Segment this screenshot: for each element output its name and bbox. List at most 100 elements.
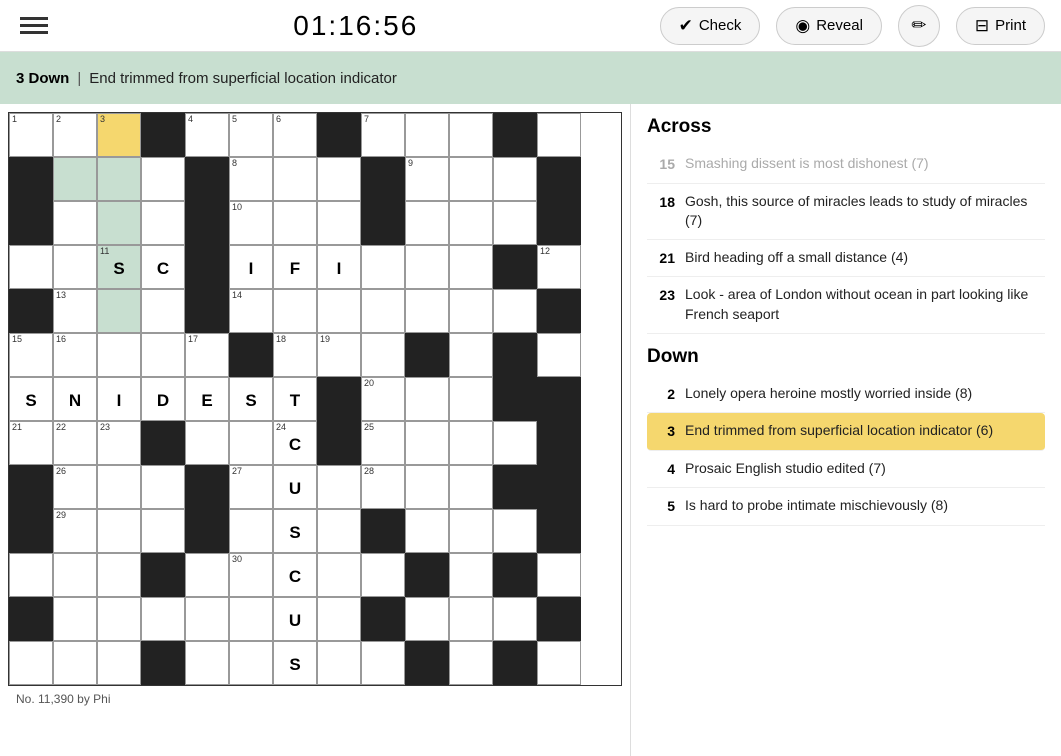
grid-cell[interactable] (9, 553, 53, 597)
grid-cell[interactable]: 21 (9, 421, 53, 465)
grid-cell[interactable]: 19 (317, 333, 361, 377)
grid-cell[interactable] (537, 201, 581, 245)
grid-cell[interactable] (229, 597, 273, 641)
grid-cell[interactable] (537, 377, 581, 421)
grid-cell[interactable]: E (185, 377, 229, 421)
grid-cell[interactable] (141, 201, 185, 245)
clue-across-15[interactable]: 15 Smashing dissent is most dishonest (7… (647, 146, 1045, 184)
grid-cell[interactable] (97, 289, 141, 333)
grid-cell[interactable] (449, 509, 493, 553)
grid-cell[interactable] (185, 421, 229, 465)
grid-cell[interactable] (9, 597, 53, 641)
grid-cell[interactable] (537, 465, 581, 509)
grid-cell[interactable]: 1 (9, 113, 53, 157)
grid-cell[interactable] (361, 157, 405, 201)
grid-cell[interactable]: S (9, 377, 53, 421)
grid-cell[interactable] (9, 245, 53, 289)
grid-cell[interactable] (405, 289, 449, 333)
grid-cell[interactable]: 2 (53, 113, 97, 157)
grid-cell[interactable]: 15 (9, 333, 53, 377)
grid-cell[interactable]: 12 (537, 245, 581, 289)
grid-cell[interactable]: 6 (273, 113, 317, 157)
grid-cell[interactable] (97, 465, 141, 509)
grid-cell[interactable]: 9 (405, 157, 449, 201)
grid-cell[interactable] (493, 245, 537, 289)
grid-cell[interactable] (141, 465, 185, 509)
clue-down-5[interactable]: 5 Is hard to probe intimate mischievousl… (647, 488, 1045, 526)
grid-cell[interactable] (141, 157, 185, 201)
grid-cell[interactable] (449, 641, 493, 685)
grid-cell[interactable]: T (273, 377, 317, 421)
grid-cell[interactable] (361, 245, 405, 289)
clue-down-3[interactable]: 3 End trimmed from superficial location … (647, 413, 1045, 451)
grid-cell[interactable] (361, 201, 405, 245)
print-button[interactable]: ⊟ Print (956, 7, 1045, 45)
grid-cell[interactable]: C (141, 245, 185, 289)
grid-cell[interactable] (185, 245, 229, 289)
grid-cell[interactable] (229, 333, 273, 377)
grid-cell[interactable] (141, 113, 185, 157)
grid-cell[interactable] (185, 553, 229, 597)
grid-cell[interactable]: 5 (229, 113, 273, 157)
grid-cell[interactable] (537, 509, 581, 553)
grid-cell[interactable]: F (273, 245, 317, 289)
grid-cell[interactable] (97, 597, 141, 641)
grid-cell[interactable]: 4 (185, 113, 229, 157)
grid-cell[interactable] (361, 597, 405, 641)
grid-cell[interactable]: U (273, 465, 317, 509)
grid-cell[interactable] (53, 201, 97, 245)
grid-cell[interactable] (361, 289, 405, 333)
grid-cell[interactable] (405, 641, 449, 685)
grid-cell[interactable] (493, 289, 537, 333)
grid-cell[interactable] (537, 421, 581, 465)
grid-cell[interactable] (405, 113, 449, 157)
grid-cell[interactable] (449, 245, 493, 289)
grid-cell[interactable] (317, 289, 361, 333)
grid-cell[interactable] (185, 289, 229, 333)
grid-cell[interactable]: 30 (229, 553, 273, 597)
grid-cell[interactable] (317, 157, 361, 201)
grid-cell[interactable] (537, 289, 581, 333)
grid-cell[interactable] (493, 597, 537, 641)
grid-cell[interactable] (493, 553, 537, 597)
grid-cell[interactable] (185, 465, 229, 509)
grid-cell[interactable]: 3 (97, 113, 141, 157)
grid-cell[interactable] (493, 157, 537, 201)
grid-cell[interactable] (537, 553, 581, 597)
grid-cell[interactable]: 14 (229, 289, 273, 333)
grid-cell[interactable] (405, 377, 449, 421)
grid-cell[interactable]: I (229, 245, 273, 289)
grid-cell[interactable]: 25 (361, 421, 405, 465)
grid-cell[interactable] (317, 641, 361, 685)
grid-cell[interactable] (449, 553, 493, 597)
grid-cell[interactable] (493, 641, 537, 685)
grid-cell[interactable] (449, 333, 493, 377)
grid-cell[interactable] (449, 201, 493, 245)
grid-cell[interactable]: C (273, 553, 317, 597)
grid-cell[interactable]: S (229, 377, 273, 421)
grid-cell[interactable]: 17 (185, 333, 229, 377)
grid-cell[interactable] (185, 157, 229, 201)
grid-cell[interactable] (185, 509, 229, 553)
grid-cell[interactable]: 16 (53, 333, 97, 377)
check-button[interactable]: ✔ Check (660, 7, 761, 45)
grid-cell[interactable] (493, 421, 537, 465)
grid-cell[interactable] (361, 553, 405, 597)
clue-across-23[interactable]: 23 Look - area of London without ocean i… (647, 277, 1045, 333)
grid-cell[interactable] (273, 201, 317, 245)
grid-cell[interactable] (185, 641, 229, 685)
grid-cell[interactable] (141, 333, 185, 377)
grid-cell[interactable]: 20 (361, 377, 405, 421)
grid-cell[interactable] (361, 509, 405, 553)
grid-cell[interactable]: S (273, 641, 317, 685)
grid-cell[interactable] (97, 333, 141, 377)
grid-cell[interactable] (317, 421, 361, 465)
grid-cell[interactable]: 7 (361, 113, 405, 157)
grid-cell[interactable] (97, 509, 141, 553)
menu-button[interactable] (16, 13, 52, 38)
grid-cell[interactable] (449, 465, 493, 509)
grid-cell[interactable] (53, 157, 97, 201)
grid-cell[interactable] (317, 201, 361, 245)
grid-cell[interactable]: 28 (361, 465, 405, 509)
grid-cell[interactable] (405, 421, 449, 465)
